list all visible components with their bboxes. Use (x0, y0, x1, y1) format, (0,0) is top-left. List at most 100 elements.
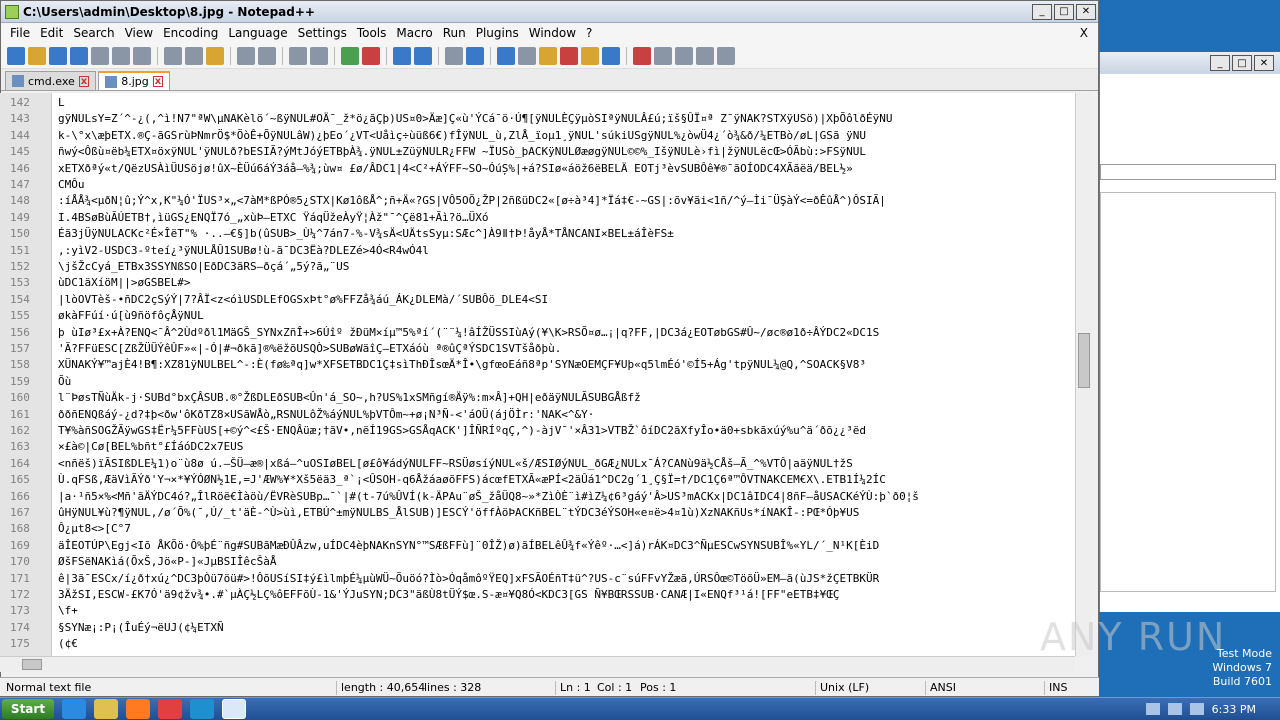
line-text: L (58, 96, 65, 109)
tab-cmd-exe[interactable]: cmd.exe x (5, 71, 97, 90)
line-text: I.4BSøBùÃÚETB†,ìüGS¿ENQÏ7ó_„xùÞ—ETXC Ÿáq… (58, 210, 489, 224)
menu-file[interactable]: File (5, 26, 35, 40)
menu-tools[interactable]: Tools (352, 26, 392, 40)
volume-icon[interactable] (1167, 703, 1182, 715)
play-multiple-icon[interactable] (696, 46, 714, 65)
scroll-thumb[interactable] (1078, 333, 1090, 388)
line-number: 144 (10, 128, 30, 142)
line-number: 152 (10, 260, 30, 273)
status-lines: lines : 328 (424, 681, 482, 694)
menu-edit[interactable]: Edit (35, 26, 68, 40)
undo-icon[interactable] (237, 46, 255, 65)
start-button[interactable]: Start (2, 699, 54, 719)
flag-icon[interactable] (1189, 703, 1204, 715)
text-editor[interactable]: 142 L 143 gÿNULsY=Z´^-¿(,^ì!N7"ªW\µNAKèlö´~… (0, 93, 1075, 656)
clock[interactable]: 6:33 PM (1212, 703, 1256, 716)
doc-map-icon[interactable] (539, 46, 557, 65)
tab-8-jpg[interactable]: 8.jpg x (98, 71, 171, 90)
line-number: 170 (10, 555, 30, 569)
menu-plugins[interactable]: Plugins (471, 26, 524, 40)
minimize-button[interactable]: _ (1210, 55, 1230, 71)
open-file-icon[interactable] (28, 46, 46, 65)
cut-icon[interactable] (164, 46, 182, 65)
menu-encoding[interactable]: Encoding (158, 26, 223, 40)
menu-window[interactable]: Window (524, 26, 581, 40)
line-text: Ô¿µt8<>[C°7 (58, 522, 131, 536)
save-icon[interactable] (49, 46, 67, 65)
indent-guide-icon[interactable] (497, 46, 515, 65)
toolbar-separator (230, 46, 231, 65)
maximize-button[interactable]: □ (1232, 55, 1252, 71)
menu-view[interactable]: View (120, 26, 158, 40)
line-text: ØšFSëNAKìá(ÕxŠ,Jö«P-]«JµBSIÎêcŠàÅ (58, 555, 277, 569)
toolbar-separator (386, 46, 387, 65)
line-number: 166 (10, 489, 30, 503)
save-macro-icon[interactable] (717, 46, 735, 65)
monitoring-icon[interactable] (602, 46, 620, 65)
status-mode: INS (1044, 681, 1067, 695)
menu-run[interactable]: Run (438, 26, 471, 40)
record-macro-icon[interactable] (633, 46, 651, 65)
udl-icon[interactable] (518, 46, 536, 65)
line-text: (¢€ (58, 637, 78, 651)
menu-settings[interactable]: Settings (293, 26, 352, 40)
close-button[interactable]: ✕ (1254, 55, 1274, 71)
line-number: 153 (10, 276, 30, 290)
explorer-icon[interactable] (94, 699, 118, 719)
print-icon[interactable] (133, 46, 151, 65)
edge-icon[interactable] (190, 699, 214, 719)
close-all-icon[interactable] (112, 46, 130, 65)
close-file-icon[interactable] (91, 46, 109, 65)
menu-search[interactable]: Search (68, 26, 119, 40)
network-icon[interactable] (1145, 703, 1160, 715)
close-button[interactable]: ✕ (1076, 3, 1096, 20)
code-line: 165 Ù.qFSß,ÆäVìÃÝð'Y¬×*¥ÝÓØN½1E,=J'ÆW%¥*X… (0, 473, 1075, 489)
horizontal-scrollbar[interactable] (0, 656, 1075, 672)
code-line: 157 'Ã?FFüESC[ZßŽÜÜÝêÛF»«|-Ó|#¬ðkã]®%ëžõU… (0, 342, 1075, 358)
copy-icon[interactable] (185, 46, 203, 65)
line-number: 161 (10, 407, 30, 421)
notepadpp-task-icon[interactable] (222, 699, 246, 719)
menu-language[interactable]: Language (223, 26, 292, 40)
close-document-button[interactable]: X (1075, 26, 1098, 40)
close-tab-icon[interactable]: x (78, 75, 90, 87)
media-player-icon[interactable] (126, 699, 150, 719)
toolbar-separator (282, 46, 283, 65)
zoom-in-icon[interactable] (341, 46, 359, 65)
code-line: 158 XÜNAKÝ¥™ajÈ4!B¶:XZ81ÿNULBEL^-:È(fø‰ªq… (0, 358, 1075, 374)
minimize-button[interactable]: _ (1032, 3, 1052, 20)
show-all-chars-icon[interactable] (466, 46, 484, 65)
zoom-out-icon[interactable] (362, 46, 380, 65)
paste-icon[interactable] (206, 46, 224, 65)
chrome-icon[interactable] (158, 699, 182, 719)
menu-help[interactable]: ? (581, 26, 597, 40)
line-text: l¨ÞøsTÑùÄk-j·SUBd°bxÇÂSUB.®°ŽßDLEðSUB<Ûn… (58, 391, 641, 405)
sync-vertical-icon[interactable] (393, 46, 411, 65)
close-tab-icon[interactable]: x (152, 76, 164, 87)
code-line: 171 ê|3ã¯ESCx/í¿ð†xú¿^DC3þÒü7öü#>!ÔõUSíSI… (0, 572, 1075, 588)
line-number: 168 (10, 522, 30, 536)
sync-horizontal-icon[interactable] (414, 46, 432, 65)
menu-macro[interactable]: Macro (391, 26, 437, 40)
line-number: 143 (10, 112, 30, 126)
tab-label: 8.jpg (121, 75, 149, 88)
word-wrap-icon[interactable] (445, 46, 463, 65)
folder-workspace-icon[interactable] (581, 46, 599, 65)
file-list[interactable] (1100, 192, 1276, 592)
maximize-button[interactable]: □ (1054, 3, 1074, 20)
play-macro-icon[interactable] (675, 46, 693, 65)
code-line: 163 ×£à©|Cø[BEL%bñt°£ÍáóDC2x7EUS (0, 440, 1075, 456)
function-list-icon[interactable] (560, 46, 578, 65)
address-combo[interactable] (1100, 164, 1276, 180)
save-all-icon[interactable] (70, 46, 88, 65)
new-file-icon[interactable] (7, 46, 25, 65)
scroll-thumb[interactable] (22, 659, 42, 670)
find-icon[interactable] (289, 46, 307, 65)
code-line: 169 äÎEOTÚP\Egj<Iõ ÅKÕö·Ô%þÉ¨ñg#SUBãMæÐÛÂ… (0, 539, 1075, 555)
code-line: 152 \jšŽcCyá_ETBx3SSYNßSO|EðDC3ãRS—ðçá´„5… (0, 260, 1075, 276)
vertical-scrollbar[interactable] (1075, 93, 1092, 656)
ie-icon[interactable] (62, 699, 86, 719)
stop-macro-icon[interactable] (654, 46, 672, 65)
redo-icon[interactable] (258, 46, 276, 65)
replace-icon[interactable] (310, 46, 328, 65)
